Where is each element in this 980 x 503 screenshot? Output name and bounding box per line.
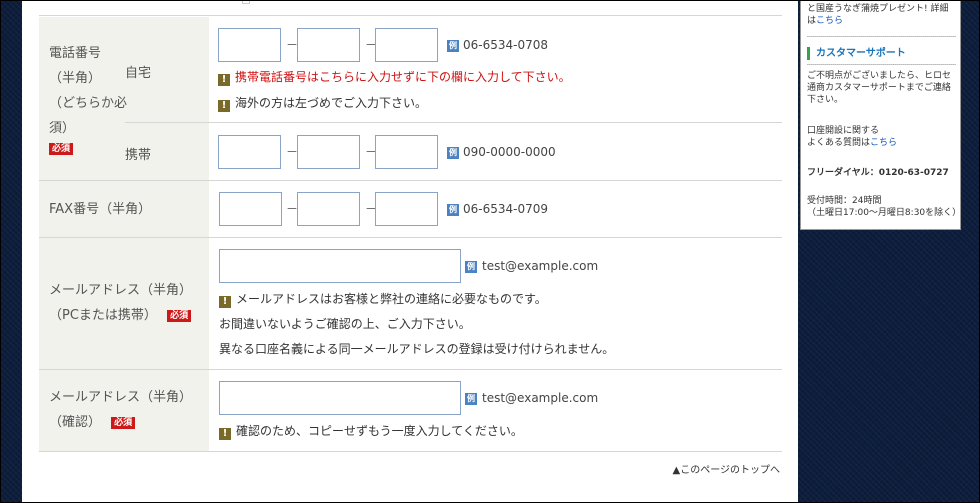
fax-part3-input[interactable] [375, 192, 438, 226]
email-example: test@example.com [482, 259, 599, 273]
email-note-2: お間違いないようご確認の上、ご入力下さい。 [219, 317, 471, 331]
email-confirm-note: ! 確認のため、コピーせずもう一度入力してください。 [219, 422, 523, 440]
divider [807, 36, 956, 37]
email-note-1: ! メールアドレスはお客様と弊社の連絡に必要なものです。 [219, 290, 547, 308]
home-phone-label: 自宅 [125, 66, 152, 81]
email-input[interactable] [219, 249, 461, 283]
home-phone-part2-input[interactable] [297, 28, 360, 62]
faq-link[interactable]: こちら [870, 138, 897, 148]
warning-icon: ! [219, 428, 231, 440]
support-hours: 受付時間：24時間 （土曜日17:00〜月曜日8:30を除く） [807, 196, 962, 218]
home-phone-part1-input[interactable] [218, 28, 281, 62]
email-confirm-input[interactable] [219, 381, 461, 415]
fax-row: FAX番号（半角） － － 例 06-6534-0709 [39, 181, 782, 238]
faq-text: 口座開設に関する よくある質問はこちら [807, 126, 898, 148]
home-phone-part3-input[interactable] [375, 28, 438, 62]
fax-part2-input[interactable] [297, 192, 360, 226]
previous-row-end [39, 0, 782, 16]
free-dial: フリーダイヤル：0120-63-0727 [807, 168, 949, 178]
email-label-cell: メールアドレス（半角） （PCまたは携帯） 必須 [39, 238, 209, 369]
phone-label: 電話番号 （半角） （どちらか必 須） [49, 46, 128, 136]
promo-detail-link[interactable]: こちら [816, 16, 843, 26]
mobile-phone-part3-input[interactable] [375, 135, 438, 169]
mobile-phone-example: 090-0000-0000 [463, 145, 556, 159]
phone-divider-left [125, 122, 209, 123]
required-badge: 必須 [111, 416, 136, 429]
email-confirm-label: メールアドレス（半角） （確認） 必須 [49, 390, 193, 430]
example-icon: 例 [465, 393, 477, 405]
email-note-3: 異なる口座名義による同一メールアドレスの登録は受け付けられません。 [219, 342, 615, 356]
divider [807, 64, 956, 65]
email-row: メールアドレス（半角） （PCまたは携帯） 必須 例 test@example.… [39, 238, 782, 370]
required-badge: 必須 [49, 143, 74, 155]
mobile-phone-label: 携帯 [125, 148, 152, 163]
warning-icon: ! [218, 74, 230, 86]
warning-icon: ! [218, 100, 230, 112]
mobile-phone-part1-input[interactable] [218, 135, 281, 169]
page-top-link[interactable]: ▲このページのトップへ [673, 461, 781, 476]
fax-part1-input[interactable] [219, 192, 282, 226]
sidebar-support-box: と国産うなぎ蒲焼プレゼント! 詳細 はこちら カスタマーサポート ご不明点がござ… [800, 0, 961, 230]
phone-divider-right [209, 122, 782, 123]
email-confirm-example: test@example.com [482, 391, 599, 405]
phone-label-cell: 電話番号 （半角） （どちらか必 須） 必須 自宅 携帯 [39, 17, 209, 180]
home-phone-note: ! 海外の方は左づめでご入力下さい。 [218, 94, 427, 112]
main-content: 電話番号 （半角） （どちらか必 須） 必須 自宅 携帯 － － 例 06-65… [22, 0, 798, 503]
fax-label-cell: FAX番号（半角） [39, 181, 209, 237]
email-confirm-row: メールアドレス（半角） （確認） 必須 例 test@example.com !… [39, 370, 782, 452]
example-icon: 例 [447, 204, 459, 216]
fax-example: 06-6534-0709 [463, 202, 549, 216]
support-title: カスタマーサポート [807, 47, 906, 60]
warning-icon: ! [219, 296, 231, 308]
example-icon: 例 [447, 40, 459, 52]
example-icon: 例 [465, 261, 477, 273]
email-confirm-label-cell: メールアドレス（半角） （確認） 必須 [39, 370, 209, 451]
support-description: ご不明点がございましたら、ヒロセ 通商カスタマーサポートまでご連絡 下さい。 [807, 71, 952, 105]
promo-text: と国産うなぎ蒲焼プレゼント! 詳細 はこちら [807, 4, 949, 26]
mobile-phone-part2-input[interactable] [297, 135, 360, 169]
required-badge: 必須 [167, 309, 192, 322]
phone-row: 電話番号 （半角） （どちらか必 須） 必須 自宅 携帯 － － 例 06-65… [39, 17, 782, 181]
email-label: メールアドレス（半角） （PCまたは携帯） 必須 [49, 283, 193, 323]
fax-label: FAX番号（半角） [49, 202, 152, 217]
home-phone-example: 06-6534-0708 [463, 38, 549, 52]
example-icon: 例 [447, 147, 459, 159]
home-phone-note-red: ! 携帯電話番号はこちらに入力せずに下の欄に入力して下さい。 [218, 68, 571, 86]
